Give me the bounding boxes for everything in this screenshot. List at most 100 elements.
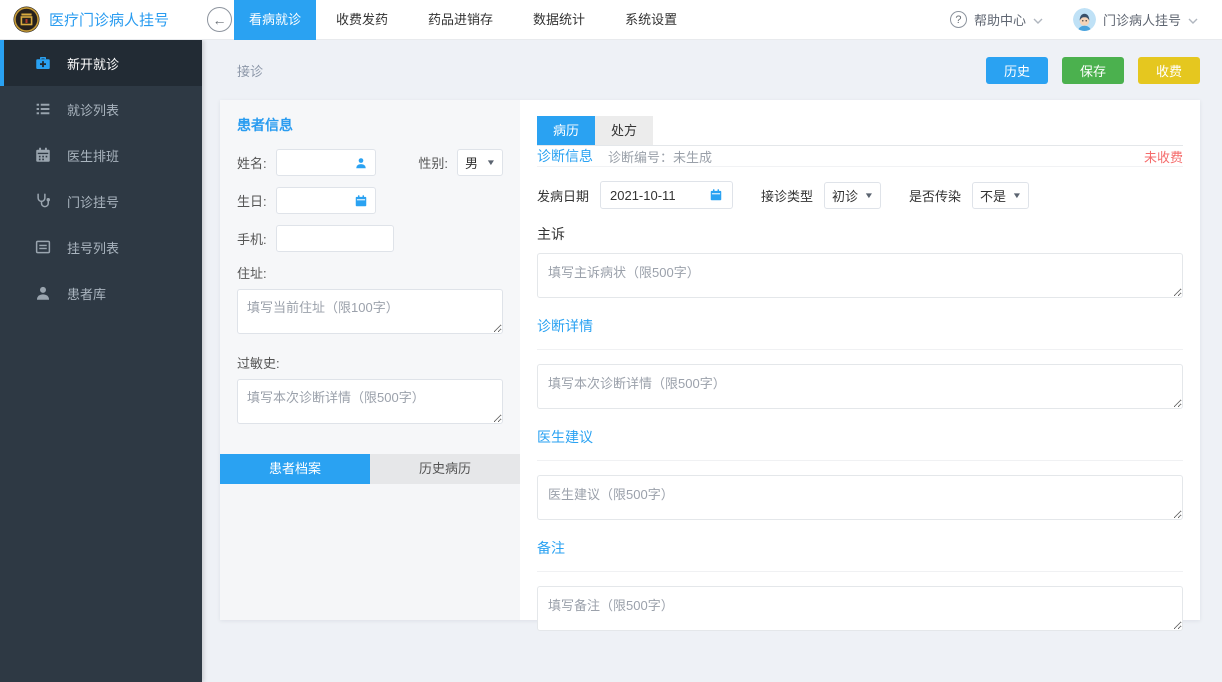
diagnosis-number-label: 诊断编号： [608,150,673,165]
remarks-label: 备注 [537,523,1183,572]
chevron-down-icon [1033,18,1043,24]
name-input[interactable] [284,155,354,170]
diagnosis-number-value: 未生成 [673,150,712,165]
birthday-label: 生日: [237,191,276,210]
action-buttons: 历史 保存 收费 [986,57,1200,84]
allergy-label: 过敏史: [237,353,503,372]
back-arrow-icon: ← [213,13,227,27]
sidebar-item-doctor-schedule[interactable]: 医生排班 [0,132,202,178]
gender-value: 男 [465,153,478,172]
name-label: 姓名: [237,153,276,172]
patient-archive-content [220,484,520,620]
tab-patient-archive[interactable]: 患者档案 [220,454,370,484]
sidebar-item-new-visit[interactable]: 新开就诊 [0,40,202,86]
tab-history-records[interactable]: 历史病历 [370,454,520,484]
calendar-icon[interactable] [354,194,368,208]
sidebar-item-label: 新开就诊 [67,54,119,73]
sidebar-item-label: 患者库 [67,284,106,303]
help-center-label: 帮助中心 [974,10,1026,29]
chevron-down-icon [1188,18,1198,24]
tab-medical-record[interactable]: 病历 [537,116,595,145]
address-label: 住址: [237,263,503,282]
remarks-textarea[interactable] [537,586,1183,631]
visit-type-label: 接诊类型 [761,186,813,205]
allergy-textarea[interactable] [237,379,503,424]
diagnosis-detail-textarea[interactable] [537,364,1183,409]
phone-field[interactable] [276,225,394,252]
doctor-advice-label: 医生建议 [537,412,1183,461]
sidebar-item-patient-library[interactable]: 患者库 [0,270,202,316]
user-menu-label: 门诊病人挂号 [1103,10,1181,29]
caret-down-icon: ▼ [1012,191,1022,200]
app-logo-icon [13,6,40,33]
user-icon [34,284,52,302]
caret-down-icon: ▼ [864,191,874,200]
nav-tab-charge-dispense[interactable]: 收费发药 [316,0,408,40]
patient-panel: 患者信息 姓名: 性别: 男 ▼ 生日 [220,100,520,620]
onset-date-input[interactable] [610,188,709,203]
register-list-icon [34,238,52,256]
visit-type-select[interactable]: 初诊 ▼ [824,182,881,209]
phone-input[interactable] [284,231,386,246]
user-menu[interactable]: 门诊病人挂号 [1073,8,1198,31]
patient-info-title: 患者信息 [237,115,503,135]
sidebar-item-label: 挂号列表 [67,238,119,257]
briefcase-medical-icon [34,54,52,72]
save-button[interactable]: 保存 [1062,57,1124,84]
section-remarks: 备注 [537,523,1183,634]
chief-complaint-textarea[interactable] [537,253,1183,298]
page-toolbar: 接诊 历史 保存 收费 [202,40,1222,100]
sidebar-item-visit-list[interactable]: 就诊列表 [0,86,202,132]
calendar-icon [34,146,52,164]
caret-down-icon: ▼ [486,158,496,167]
diagnosis-detail-label: 诊断详情 [537,301,1183,350]
sidebar-item-register-list[interactable]: 挂号列表 [0,224,202,270]
contagious-select[interactable]: 不是 ▼ [972,182,1029,209]
section-chief-complaint: 主诉 [537,211,1183,301]
diagnosis-info-label: 诊断信息 [537,146,593,166]
visit-card: 患者信息 姓名: 性别: 男 ▼ 生日 [220,100,1200,620]
name-field[interactable] [276,149,376,176]
help-center-menu[interactable]: ? 帮助中心 [950,10,1043,29]
patient-panel-tabs: 患者档案 历史病历 [220,454,520,484]
help-icon: ? [950,11,967,28]
nav-tab-statistics[interactable]: 数据统计 [513,0,605,40]
record-panel: 病历 处方 诊断信息 诊断编号：未生成 未收费 发病日期 [520,100,1200,620]
nav-tab-drug-inventory[interactable]: 药品进销存 [408,0,513,40]
sidebar: 新开就诊 就诊列表 医生排班 [0,40,202,682]
top-header: 医疗门诊病人挂号 ← 看病就诊 收费发药 药品进销存 数据统计 系统设置 ? 帮… [0,0,1222,40]
nav-tab-outpatient[interactable]: 看病就诊 [234,0,316,40]
onset-date-label: 发病日期 [537,186,589,205]
top-nav: 看病就诊 收费发药 药品进销存 数据统计 系统设置 [234,0,697,40]
list-icon [34,100,52,118]
gender-label: 性别: [418,153,457,172]
sidebar-item-outpatient-register[interactable]: 门诊挂号 [0,178,202,224]
birthday-field[interactable] [276,187,376,214]
record-panel-tabs: 病历 处方 [537,116,1183,146]
visit-controls-row: 发病日期 接诊类型 初诊 ▼ 是否传染 不是 [537,181,1183,209]
tab-prescription[interactable]: 处方 [595,116,653,145]
birthday-input[interactable] [284,193,354,208]
doctor-advice-textarea[interactable] [537,475,1183,520]
nav-tab-settings[interactable]: 系统设置 [605,0,697,40]
avatar [1073,8,1096,31]
back-button[interactable]: ← [207,7,232,32]
onset-date-picker[interactable] [600,181,733,209]
app-brand: 医疗门诊病人挂号 [0,6,200,33]
contagious-label: 是否传染 [909,186,961,205]
history-button[interactable]: 历史 [986,57,1048,84]
sidebar-item-label: 门诊挂号 [67,192,119,211]
main-content: 接诊 历史 保存 收费 患者信息 姓名: 性别: [202,40,1222,682]
visit-type-value: 初诊 [832,186,858,205]
stethoscope-icon [34,192,52,210]
app-title: 医疗门诊病人挂号 [49,9,169,30]
gender-select[interactable]: 男 ▼ [457,149,503,176]
header-right: ? 帮助中心 门诊病人挂号 [950,8,1222,31]
charge-button[interactable]: 收费 [1138,57,1200,84]
address-textarea[interactable] [237,289,503,334]
section-diagnosis-detail: 诊断详情 [537,301,1183,412]
payment-status-badge: 未收费 [1144,147,1183,166]
user-icon[interactable] [354,156,368,170]
diagnosis-info-row: 诊断信息 诊断编号：未生成 未收费 [537,146,1183,167]
calendar-icon[interactable] [709,188,723,202]
